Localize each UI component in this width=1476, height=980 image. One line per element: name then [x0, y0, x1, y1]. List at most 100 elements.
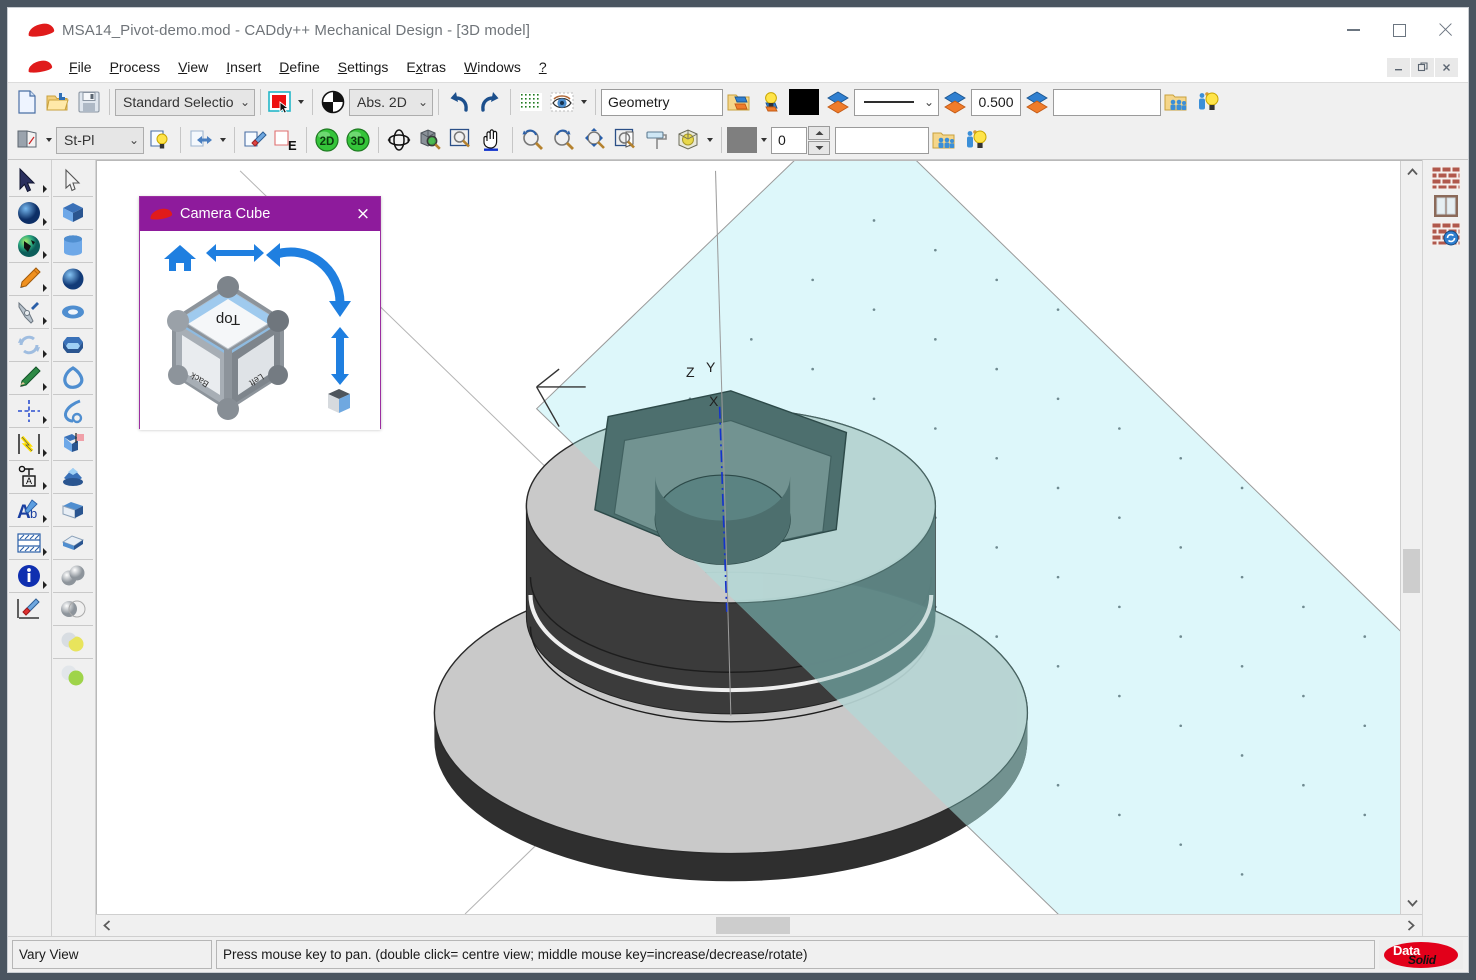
menu-help[interactable]: ?	[530, 57, 556, 77]
close-button[interactable]	[1422, 8, 1468, 52]
gray-color-swatch[interactable]	[727, 127, 757, 153]
spin-value-field[interactable]: 0	[771, 126, 807, 154]
hatch-tool[interactable]	[9, 526, 50, 559]
menu-windows[interactable]: Windows	[455, 57, 530, 77]
menu-view[interactable]: View	[169, 57, 217, 77]
select-arrow-tool[interactable]	[9, 163, 49, 196]
color-picker-button[interactable]	[266, 86, 294, 118]
wall-tool[interactable]	[1427, 164, 1465, 192]
crosshair-tool[interactable]	[9, 394, 50, 427]
plane-e-button[interactable]: E	[271, 124, 301, 156]
pan-button[interactable]	[477, 124, 507, 156]
working-plane-caret-icon[interactable]	[43, 126, 55, 154]
gray-swatch-caret-icon[interactable]	[758, 126, 770, 154]
group-visibility-button[interactable]	[1193, 86, 1223, 118]
layer-name-field[interactable]: Geometry	[601, 88, 723, 116]
camera-cube-dialog[interactable]: Camera Cube × Top Back Left	[139, 196, 381, 430]
minimize-button[interactable]	[1330, 8, 1376, 52]
cube-tool[interactable]	[53, 196, 94, 229]
linewidth-field[interactable]: 0.500	[971, 88, 1021, 116]
menu-define[interactable]: Define	[270, 57, 328, 77]
zoom-in-button[interactable]	[549, 124, 579, 156]
maximize-button[interactable]	[1376, 8, 1422, 52]
sphere-tool[interactable]	[53, 262, 94, 295]
working-plane-button[interactable]	[12, 124, 42, 156]
menu-file[interactable]: File	[60, 57, 101, 77]
boolean-subtract-tool[interactable]	[53, 592, 94, 625]
layer-visibility-button[interactable]	[755, 86, 785, 118]
pliers-tool[interactable]	[9, 295, 50, 328]
coordinate-mode-dropdown[interactable]: Abs. 2D ⌄	[349, 88, 433, 116]
info-tool[interactable]	[9, 559, 50, 592]
sphere-blue-tool[interactable]	[9, 196, 50, 229]
annotate-tool[interactable]: A	[9, 460, 50, 493]
zoom-window-button[interactable]	[415, 124, 445, 156]
pencil-green-tool[interactable]	[9, 361, 50, 394]
flag-tool[interactable]	[53, 427, 94, 460]
boolean-split-tool[interactable]	[53, 658, 94, 691]
linetype-dropdown[interactable]: ⌄	[854, 88, 939, 116]
view-group-folder-button[interactable]	[930, 124, 960, 156]
loop-tool[interactable]	[53, 361, 94, 394]
menu-insert[interactable]: Insert	[217, 57, 270, 77]
mode-3d-button[interactable]: 3D	[343, 124, 373, 156]
spinner-up-button[interactable]	[808, 125, 830, 140]
spinner-down-button[interactable]	[808, 140, 830, 155]
rotate-view-button[interactable]	[384, 124, 414, 156]
render-button[interactable]	[642, 124, 672, 156]
torus-tool[interactable]	[53, 295, 94, 328]
view-name-field[interactable]	[835, 126, 929, 154]
save-file-button[interactable]	[74, 86, 104, 118]
pencil-orange-tool[interactable]	[9, 262, 50, 295]
mdi-restore-button[interactable]	[1411, 57, 1434, 77]
color-picker-caret-icon[interactable]	[295, 88, 307, 116]
zoom-page-button[interactable]	[611, 124, 641, 156]
current-color-swatch[interactable]	[789, 89, 819, 115]
cylinder-tool[interactable]	[53, 229, 94, 262]
linewidth-layer-button[interactable]	[1022, 86, 1052, 118]
color-layer-button[interactable]	[823, 86, 853, 118]
boolean-intersect-tool[interactable]	[53, 625, 94, 658]
3d-viewport[interactable]: Y Z X Camera Cube × Top Back Left	[96, 160, 1422, 914]
pointer-white-tool[interactable]	[53, 163, 93, 196]
visibility-button[interactable]	[547, 86, 577, 118]
scroll-left-button[interactable]	[96, 915, 118, 937]
layer-folder-button[interactable]	[724, 86, 754, 118]
modify-tool[interactable]	[9, 229, 50, 262]
plane-move-button[interactable]	[186, 124, 216, 156]
undo-button[interactable]	[444, 86, 474, 118]
linetype-layer-button[interactable]	[940, 86, 970, 118]
menu-settings[interactable]: Settings	[329, 57, 398, 77]
plane-dropdown[interactable]: St-Pl ⌄	[56, 126, 144, 154]
window-tool[interactable]	[1427, 192, 1465, 220]
scroll-right-button[interactable]	[1400, 915, 1422, 937]
new-file-button[interactable]	[12, 86, 42, 118]
group-folder-button[interactable]	[1162, 86, 1192, 118]
plane-erase-button[interactable]	[240, 124, 270, 156]
coordinate-mode-button[interactable]	[318, 86, 348, 118]
zoom-out-button[interactable]	[518, 124, 548, 156]
vertical-scroll-thumb[interactable]	[1403, 549, 1420, 593]
scroll-up-button[interactable]	[1401, 161, 1422, 183]
extrude-tool[interactable]	[53, 493, 94, 526]
mode-2d-button[interactable]: 2D	[312, 124, 342, 156]
zoom-dynamic-button[interactable]	[580, 124, 610, 156]
visibility-caret-icon[interactable]	[578, 88, 590, 116]
scroll-down-button[interactable]	[1401, 892, 1422, 914]
shading-caret-icon[interactable]	[704, 126, 716, 154]
text-tool[interactable]: Ab	[9, 493, 50, 526]
eraser-tool[interactable]	[9, 592, 50, 625]
redo-button[interactable]	[475, 86, 505, 118]
selection-mode-dropdown[interactable]: Standard Selectio ⌄	[115, 88, 255, 116]
wall-refresh-tool[interactable]	[1427, 220, 1465, 248]
view-group-visibility-button[interactable]	[961, 124, 991, 156]
shading-button[interactable]	[673, 124, 703, 156]
plane-move-caret-icon[interactable]	[217, 126, 229, 154]
viewport-vertical-scrollbar[interactable]	[1400, 161, 1422, 914]
viewport-horizontal-scrollbar[interactable]	[96, 914, 1422, 936]
boolean-union-tool[interactable]	[53, 559, 94, 592]
menu-extras[interactable]: Extras	[397, 57, 455, 77]
prism-tool[interactable]	[53, 328, 94, 361]
open-file-button[interactable]	[43, 86, 73, 118]
zoom-all-button[interactable]	[446, 124, 476, 156]
